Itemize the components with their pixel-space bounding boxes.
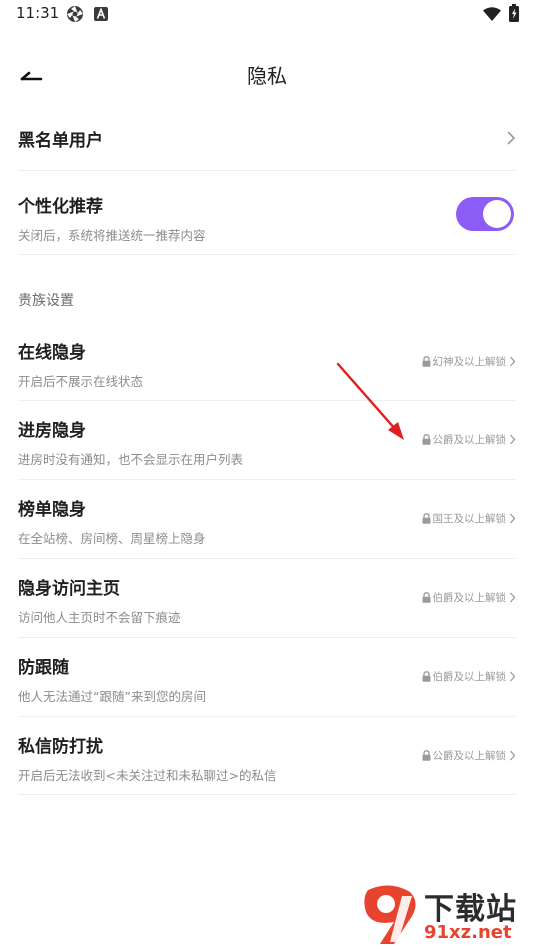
watermark-url: 91xz.net — [424, 922, 512, 943]
blacklist-title: 黑名单用户 — [18, 131, 103, 151]
toggle-knob — [483, 200, 511, 228]
noble-item-title: 隐身访问主页 — [18, 579, 120, 599]
chevron-right-icon — [509, 746, 516, 765]
watermark-logo — [358, 882, 422, 950]
noble-item-title: 榜单隐身 — [18, 500, 86, 520]
chevron-right-icon — [509, 352, 516, 371]
lock-icon — [422, 430, 431, 449]
wifi-icon — [483, 6, 501, 25]
chevron-right-icon — [509, 588, 516, 607]
lock-text: 国王及以上解锁 — [432, 512, 507, 525]
lock-icon — [422, 509, 431, 528]
chevron-right-icon — [509, 667, 516, 686]
chevron-right-icon — [509, 509, 516, 528]
noble-item-leaderboard-invisible[interactable]: 榜单隐身 在全站榜、房间榜、周星榜上隐身 国王及以上解锁 — [18, 479, 516, 559]
header: 隐私 — [0, 50, 534, 98]
lock-text: 伯爵及以上解锁 — [432, 591, 507, 604]
lock-text: 公爵及以上解锁 — [432, 433, 507, 446]
noble-item-description: 进房时没有通知，也不会显示在用户列表 — [18, 452, 244, 467]
aperture-icon — [66, 5, 84, 27]
lock-icon — [422, 352, 431, 371]
lock-text: 公爵及以上解锁 — [432, 749, 507, 762]
watermark: 下载站 91xz.net — [358, 882, 528, 946]
blacklist-row[interactable]: 黑名单用户 — [18, 106, 516, 171]
personalized-toggle[interactable] — [456, 197, 514, 231]
unlock-requirement: 公爵及以上解锁 — [422, 748, 517, 762]
noble-item-title: 私信防打扰 — [18, 737, 103, 757]
personalized-title: 个性化推荐 — [18, 197, 103, 217]
unlock-requirement: 公爵及以上解锁 — [422, 432, 517, 446]
noble-item-description: 在全站榜、房间榜、周星榜上隐身 — [18, 531, 206, 546]
unlock-requirement: 伯爵及以上解锁 — [422, 669, 517, 683]
personalized-description: 关闭后，系统将推送统一推荐内容 — [18, 228, 206, 243]
noble-item-description: 开启后无法收到<未关注过和未私聊过>的私信 — [18, 768, 277, 783]
status-bar: 11:31 — [0, 0, 534, 28]
noble-item-description: 他人无法通过“跟随”来到您的房间 — [18, 689, 206, 704]
unlock-requirement: 幻神及以上解锁 — [422, 354, 517, 368]
lock-icon — [422, 667, 431, 686]
lock-text: 幻神及以上解锁 — [432, 355, 507, 368]
noble-item-invisible-profile-visit[interactable]: 隐身访问主页 访问他人主页时不会留下痕迹 伯爵及以上解锁 — [18, 558, 516, 638]
noble-item-description: 开启后不展示在线状态 — [18, 374, 144, 389]
lock-icon — [422, 588, 431, 607]
noble-item-title: 防跟随 — [18, 658, 69, 678]
personalized-recommendation-row: 个性化推荐 关闭后，系统将推送统一推荐内容 — [18, 170, 516, 255]
noble-item-dm-do-not-disturb[interactable]: 私信防打扰 开启后无法收到<未关注过和未私聊过>的私信 公爵及以上解锁 — [18, 716, 516, 795]
noble-item-online-invisible[interactable]: 在线隐身 开启后不展示在线状态 幻神及以上解锁 — [18, 322, 516, 401]
noble-item-description: 访问他人主页时不会留下痕迹 — [18, 610, 181, 625]
lock-text: 伯爵及以上解锁 — [432, 670, 507, 683]
noble-item-anti-follow[interactable]: 防跟随 他人无法通过“跟随”来到您的房间 伯爵及以上解锁 — [18, 637, 516, 717]
section-label: 贵族设置 — [18, 293, 74, 309]
lock-icon — [422, 746, 431, 765]
chevron-right-icon — [506, 130, 516, 149]
noble-item-title: 在线隐身 — [18, 343, 86, 363]
unlock-requirement: 国王及以上解锁 — [422, 511, 517, 525]
battery-charging-icon — [509, 4, 519, 26]
annotation-arrow — [336, 362, 404, 440]
status-time: 11:31 — [16, 4, 60, 22]
noble-item-title: 进房隐身 — [18, 421, 86, 441]
page-title: 隐私 — [247, 64, 287, 88]
noble-item-room-entry-invisible[interactable]: 进房隐身 进房时没有通知，也不会显示在用户列表 公爵及以上解锁 — [18, 400, 516, 480]
a-icon — [94, 6, 108, 25]
unlock-requirement: 伯爵及以上解锁 — [422, 590, 517, 604]
chevron-right-icon — [509, 430, 516, 449]
